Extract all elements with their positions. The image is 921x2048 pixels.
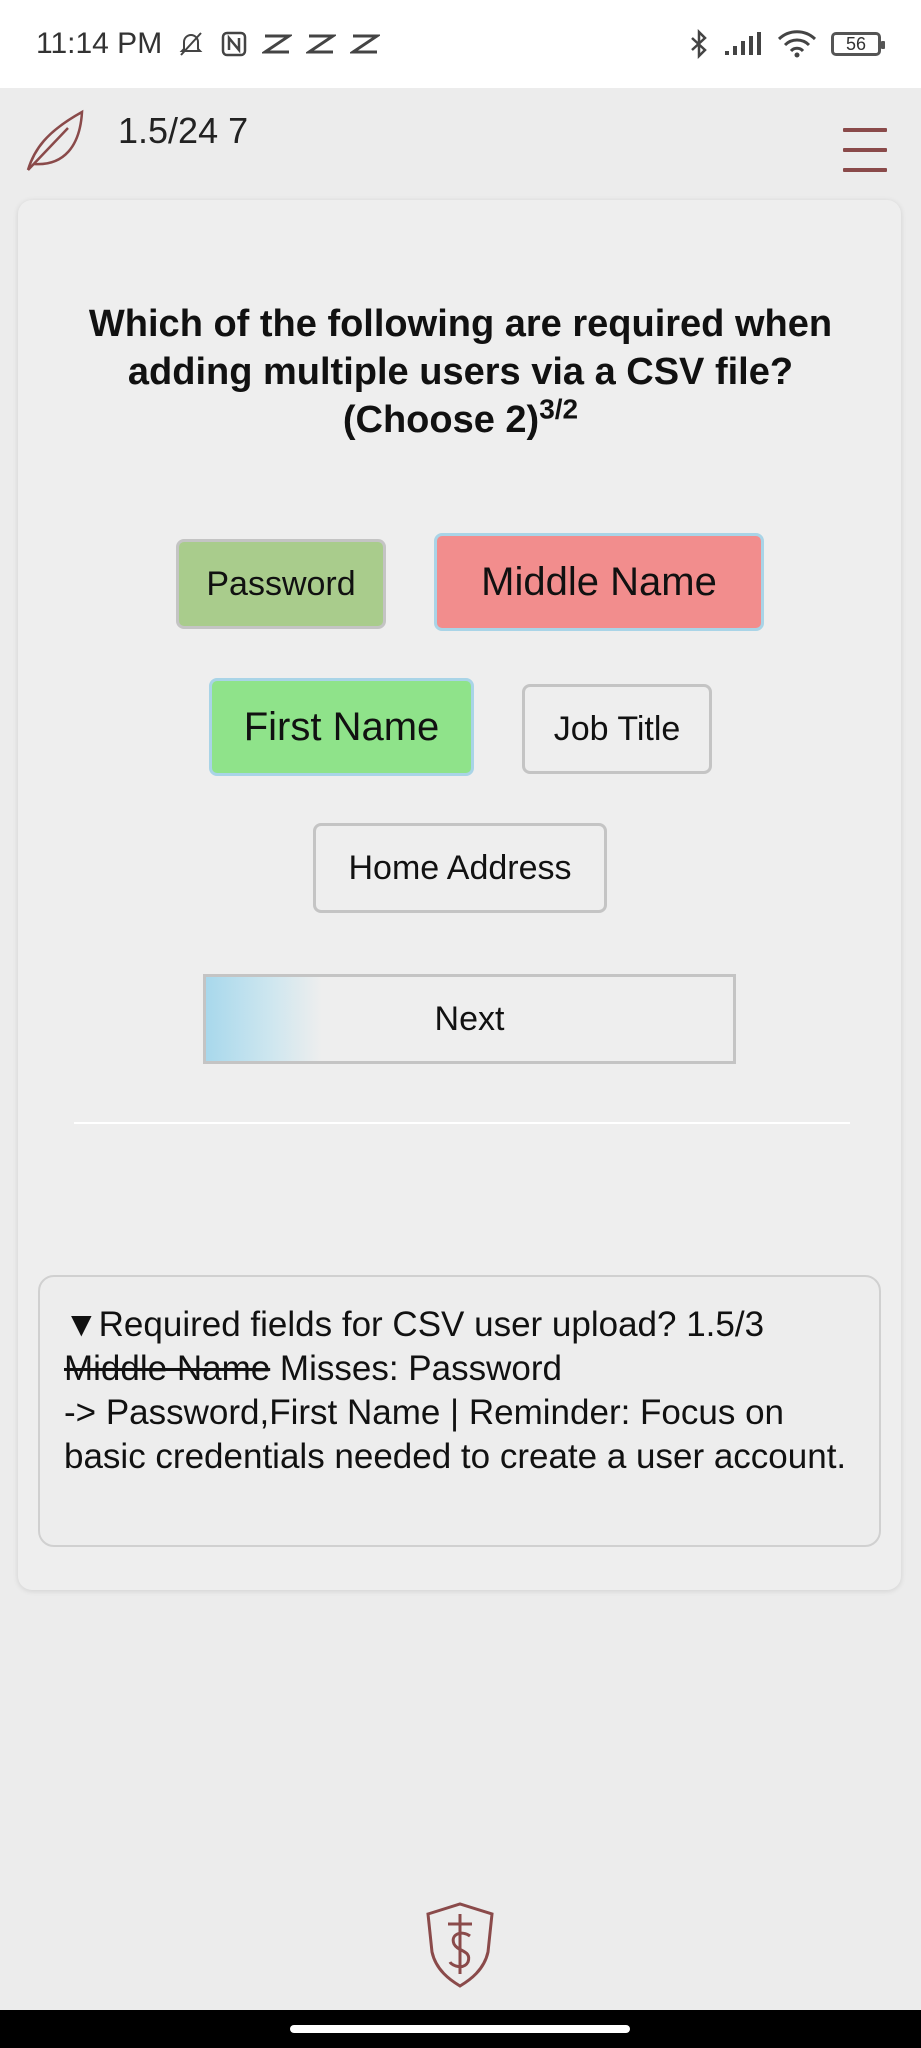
feedback-summary[interactable]: ▼Required fields for CSV user upload? 1.…: [64, 1303, 855, 1347]
feedback-result: Middle Name Misses: Password: [64, 1347, 855, 1391]
app-header: 1.5/24 7: [0, 88, 921, 198]
nfc-icon: [220, 30, 248, 58]
capcut-icon: [262, 32, 293, 56]
divider: [74, 1122, 850, 1124]
question-progress: 1.5/24 7: [118, 110, 249, 151]
battery-icon: 56: [831, 32, 885, 56]
status-time: 11:14 PM: [36, 27, 163, 60]
home-gesture-handle[interactable]: [290, 2025, 630, 2033]
missed-choices: Misses: Password: [270, 1349, 562, 1388]
menu-icon-bar: [843, 148, 887, 152]
feedback-summary-text: Required fields for CSV user upload? 1.5…: [98, 1305, 765, 1344]
shield-logo-icon: [426, 1902, 494, 1988]
option-home-address[interactable]: Home Address: [313, 823, 607, 913]
signal-icon: [723, 31, 763, 57]
wrong-choice: Middle Name: [64, 1349, 271, 1388]
feedback-box: ▼Required fields for CSV user upload? 1.…: [38, 1275, 881, 1547]
menu-button[interactable]: [843, 128, 887, 172]
bluetooth-icon: [689, 29, 709, 59]
navigation-bar: [0, 2010, 921, 2048]
question-score: 3/2: [539, 393, 579, 425]
status-left: 11:14 PM: [36, 27, 381, 61]
mute-alarm-icon: [176, 29, 206, 59]
question-text: Which of the following are required when…: [78, 300, 843, 444]
leaf-icon: [26, 109, 84, 171]
battery-level: 56: [845, 33, 867, 54]
option-job-title[interactable]: Job Title: [522, 684, 712, 774]
question-body: Which of the following are required when…: [88, 303, 833, 441]
feedback-answer: -> Password,First Name | Reminder: Focus…: [64, 1393, 847, 1476]
option-middle-name[interactable]: Middle Name: [434, 533, 764, 631]
menu-icon-bar: [843, 168, 887, 172]
option-password[interactable]: Password: [176, 539, 386, 629]
option-first-name[interactable]: First Name: [209, 678, 474, 776]
disclosure-triangle-icon: ▼: [64, 1305, 99, 1344]
wifi-icon: [777, 29, 817, 59]
question-card: Which of the following are required when…: [18, 200, 901, 1590]
status-bar: 11:14 PM 56: [0, 0, 921, 88]
status-right: 56: [689, 29, 885, 59]
capcut-icon: [350, 32, 381, 56]
next-button[interactable]: Next: [203, 974, 736, 1064]
menu-icon-bar: [843, 128, 887, 132]
capcut-icon: [306, 32, 337, 56]
